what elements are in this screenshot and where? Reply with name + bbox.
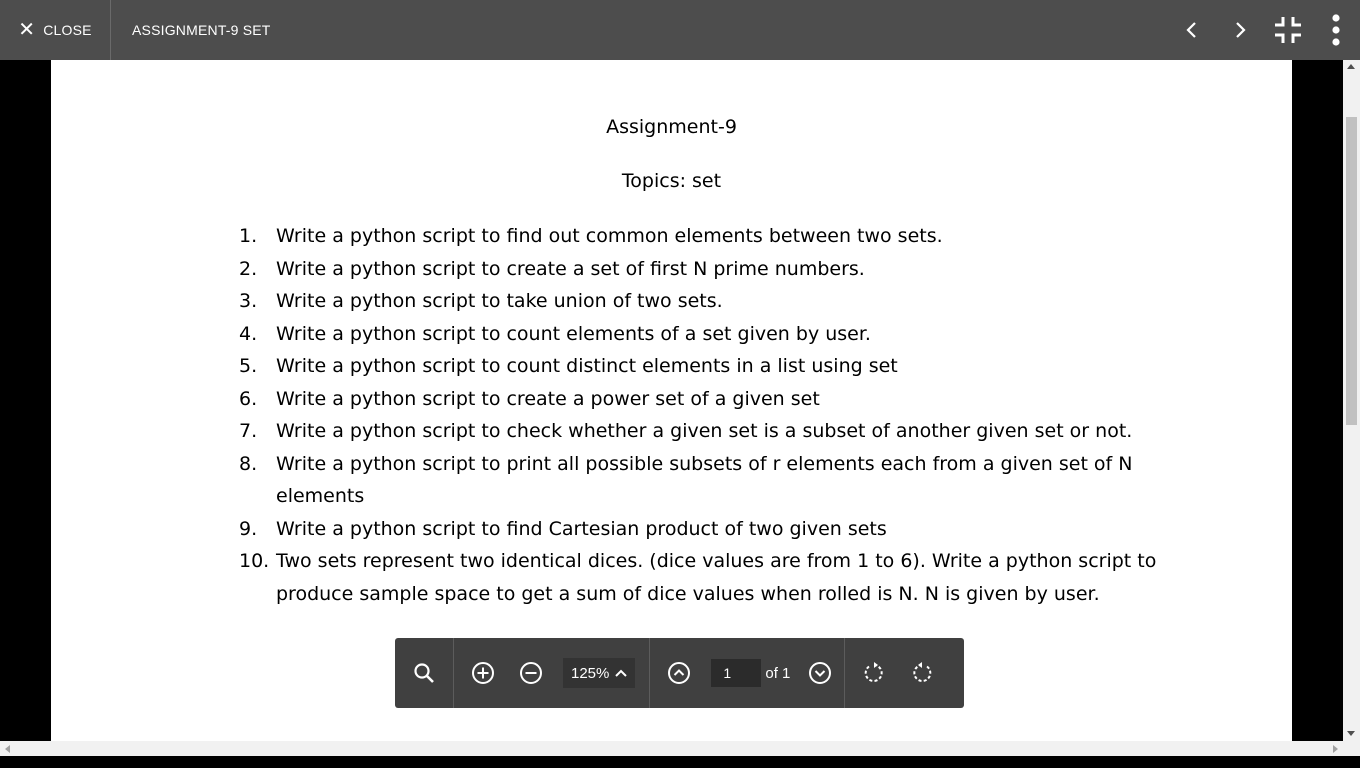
question-list: 1. Write a python script to find out comm… [239,220,1169,610]
item-number: 3. [239,290,258,312]
list-item: 1. Write a python script to find out comm… [239,220,1169,253]
scroll-left-icon[interactable] [5,745,10,753]
rotate-right-icon [913,662,932,682]
previous-page-button[interactable] [655,649,703,697]
vertical-scroll-thumb[interactable] [1346,117,1357,425]
item-text: Write a python script to find out common… [276,225,943,247]
list-item: 4. Write a python script to count element… [239,318,1169,351]
list-item: 2. Write a python script to create a set … [239,253,1169,286]
list-item: 6. Write a python script to create a powe… [239,383,1169,416]
close-label: CLOSE [43,22,92,38]
item-number: 2. [239,257,258,280]
top-bar: ✕ CLOSE ASSIGNMENT-9 SET [0,0,1360,60]
close-icon: ✕ [18,19,36,41]
scroll-up-icon[interactable] [1347,64,1355,69]
zoom-out-button[interactable] [507,649,555,697]
previous-button[interactable] [1168,0,1216,60]
search-group [395,638,453,708]
search-button[interactable] [400,649,448,697]
rotate-counterclockwise-button[interactable] [850,649,898,697]
list-item: 7. Write a python script to check whether… [239,415,1169,448]
list-item: 10. Two sets represent two identical dice… [239,545,1169,610]
zoom-level: 125% [571,664,610,682]
list-item: 5. Write a python script to count distinc… [239,350,1169,383]
scrollbar-corner [1343,741,1360,756]
item-text: Write a python script to create a set of… [276,257,865,280]
list-item: 3. Write a python script to take union of… [239,285,1169,318]
more-vert-icon [1332,14,1340,46]
page-total: of 1 [765,664,791,682]
next-button[interactable] [1216,0,1264,60]
vertical-scrollbar[interactable] [1343,60,1360,741]
chevron-up-icon [615,669,628,677]
item-text: Write a python script to find Cartesian … [276,517,887,540]
zoom-group: 125% [454,638,649,708]
rotate-left-icon [865,662,884,682]
item-text: Write a python script to count elements … [276,322,871,345]
page-nav-group: of 1 [650,638,844,708]
chevron-right-icon [1236,22,1246,38]
item-number: 1. [239,225,258,247]
item-text: Write a python script to print all possi… [276,452,1133,508]
exit-fullscreen-icon [1275,17,1301,43]
page-number-input[interactable] [711,659,762,687]
item-number: 6. [239,387,258,410]
rotate-group [845,638,946,708]
chevron-left-icon [1186,22,1196,38]
chevron-up-circle-icon [668,662,691,684]
scroll-down-icon[interactable] [1347,731,1355,736]
list-item: 9. Write a python script to find Cartesia… [239,513,1169,546]
viewer-toolbar: 125% of 1 [395,638,964,708]
close-button[interactable]: ✕ CLOSE [0,0,111,60]
item-text: Write a python script to take union of t… [276,290,723,312]
horizontal-scrollbar[interactable] [0,741,1343,756]
chevron-down-circle-icon [809,662,832,684]
exit-fullscreen-button[interactable] [1264,0,1312,60]
scroll-right-icon[interactable] [1333,745,1338,753]
item-number: 7. [239,420,258,442]
item-number: 4. [239,322,258,345]
item-number: 9. [239,517,258,540]
zoom-out-icon [520,662,542,684]
list-item: 8. Write a python script to print all pos… [239,448,1169,513]
zoom-in-button[interactable] [459,649,507,697]
zoom-select[interactable]: 125% [563,658,636,688]
rotate-clockwise-button[interactable] [898,649,946,697]
item-number: 10. [239,550,270,572]
item-number: 8. [239,452,258,475]
top-actions [1168,0,1360,60]
item-number: 5. [239,355,258,377]
search-icon [414,663,434,683]
more-options-button[interactable] [1312,0,1360,60]
page-title: Assignment-9 [606,116,737,138]
next-page-button[interactable] [796,649,844,697]
item-text: Write a python script to check whether a… [276,420,1133,442]
zoom-in-icon [472,662,494,684]
item-text: Two sets represent two identical dices. … [276,550,1157,605]
document-title: ASSIGNMENT-9 SET [132,22,271,38]
item-text: Write a python script to count distinct … [276,355,898,377]
item-text: Write a python script to create a power … [276,387,820,410]
page-subtitle: Topics: set [621,170,722,192]
